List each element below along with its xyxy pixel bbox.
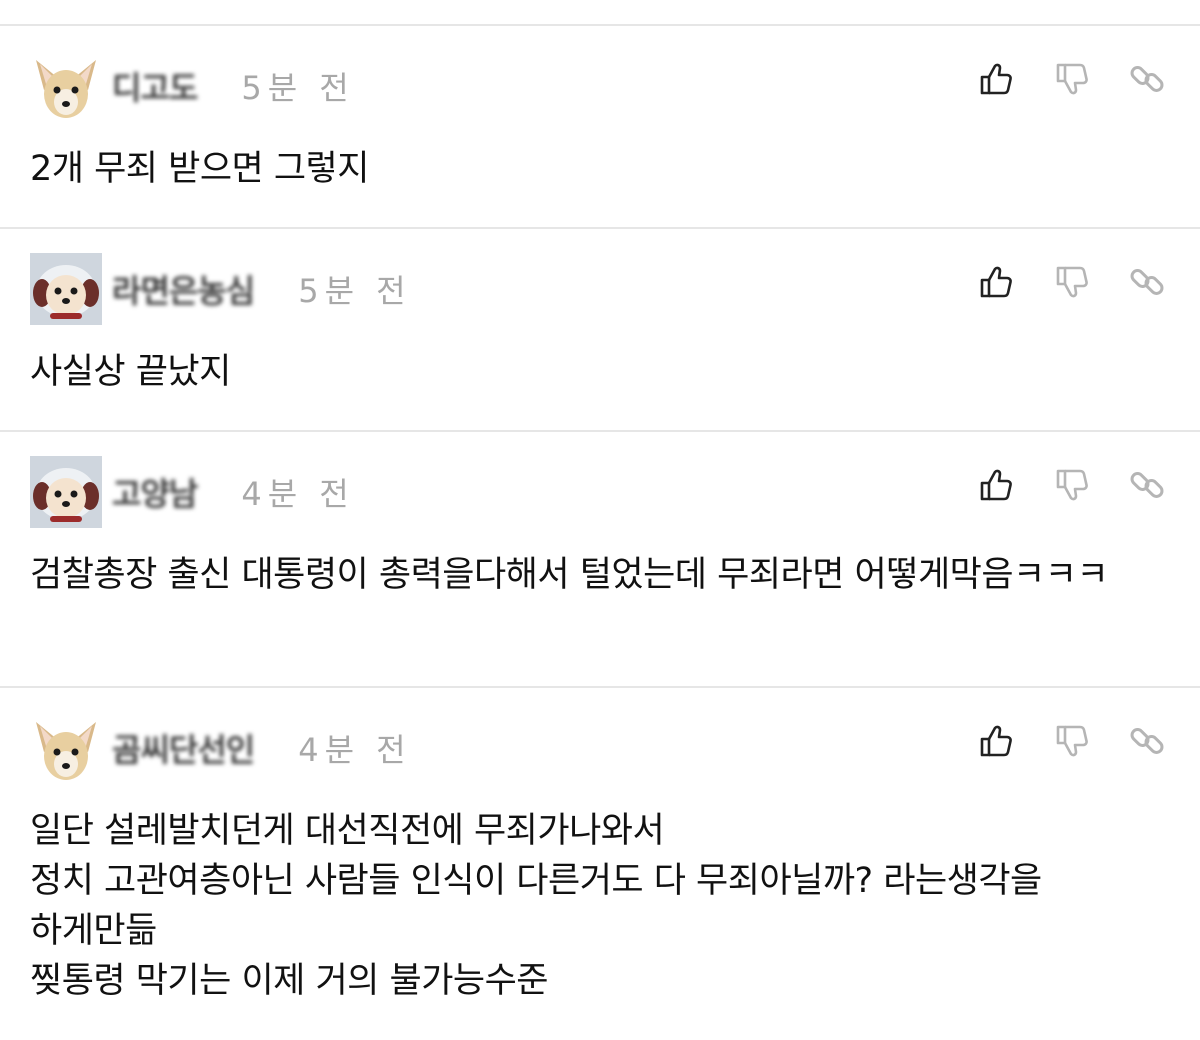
comment-time: 5분 전 — [298, 272, 412, 310]
comment-nickname[interactable]: 고양남 — [112, 469, 198, 515]
comment-text: 사실상 끝났지 — [30, 352, 231, 392]
comment-actions — [976, 263, 1166, 301]
comment-item: 디고도 5분 전 2개 무죄 받으면 그렇지 — [0, 26, 1200, 229]
thumbs-down-icon[interactable] — [1052, 263, 1090, 301]
link-icon[interactable] — [1128, 263, 1166, 301]
comment-header: 고양남 4분 전 — [30, 456, 355, 528]
thumbs-up-icon[interactable] — [976, 466, 1014, 504]
top-strip — [0, 0, 1200, 26]
thumbs-up-icon[interactable] — [976, 263, 1014, 301]
thumbs-down-icon[interactable] — [1052, 466, 1090, 504]
puppy-avatar-icon[interactable] — [30, 253, 102, 325]
thumbs-down-icon[interactable] — [1052, 60, 1090, 98]
comment-header: 곰씨단선인 4분 전 — [30, 712, 412, 784]
comment-time: 5분 전 — [241, 69, 355, 107]
comment-text: 검찰총장 출신 대통령이 총력을다해서 털었는데 무죄라면 어떻게막음ㅋㅋㅋ — [30, 555, 1109, 595]
comment-actions — [976, 60, 1166, 98]
link-icon[interactable] — [1128, 466, 1166, 504]
comment-header: 디고도 5분 전 — [30, 50, 355, 122]
comment-text: 2개 무죄 받으면 그렇지 — [30, 149, 369, 189]
comment-actions — [976, 466, 1166, 504]
comment-nickname[interactable]: 라면은농심 — [112, 266, 255, 312]
comment-text: 일단 설레발치던게 대선직전에 무죄가나와서 정치 고관여층아닌 사람들 인식이… — [30, 811, 1042, 1001]
thumbs-down-icon[interactable] — [1052, 722, 1090, 760]
link-icon[interactable] — [1128, 722, 1166, 760]
comment-header: 라면은농심 5분 전 — [30, 253, 412, 325]
comment-item: 라면은농심 5분 전 사실상 끝났지 — [0, 229, 1200, 432]
comment-nickname[interactable]: 곰씨단선인 — [112, 725, 255, 771]
comment-item: 고양남 4분 전 검찰총장 출신 대통령이 총력을다해서 털었는데 무죄라면 어… — [0, 432, 1200, 688]
comment-actions — [976, 722, 1166, 760]
comment-nickname[interactable]: 디고도 — [112, 63, 198, 109]
comment-time: 4분 전 — [298, 731, 412, 769]
link-icon[interactable] — [1128, 60, 1166, 98]
chihuahua-avatar-icon[interactable] — [30, 712, 102, 784]
comment-item: 곰씨단선인 4분 전 일단 설레발치던게 대선직전에 무죄가나와서 정치 고관여… — [0, 688, 1200, 1040]
comment-time: 4분 전 — [241, 475, 355, 513]
chihuahua-avatar-icon[interactable] — [30, 50, 102, 122]
puppy-avatar-icon[interactable] — [30, 456, 102, 528]
thumbs-up-icon[interactable] — [976, 722, 1014, 760]
thumbs-up-icon[interactable] — [976, 60, 1014, 98]
